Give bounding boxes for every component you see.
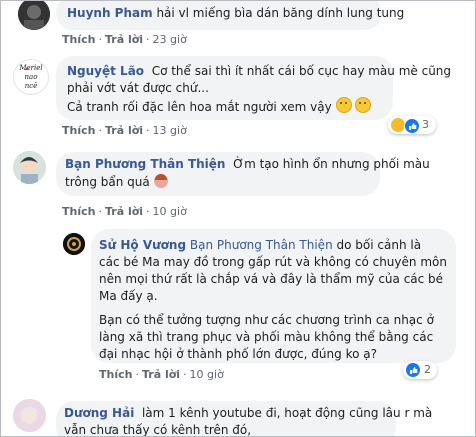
like-reaction-icon (404, 118, 420, 134)
like-reaction-icon (406, 363, 420, 377)
like-link[interactable]: Thích (99, 368, 132, 381)
reply-link[interactable]: Trả lời (105, 205, 143, 218)
avatar[interactable] (63, 233, 85, 255)
comment-actions: Thích · Trả lời · 13 giờ (62, 124, 187, 137)
comment-author[interactable]: Bạn Phương Thân Thiện (65, 157, 225, 171)
svg-text:ncê: ncê (25, 82, 38, 90)
comment-timestamp[interactable]: 13 giờ (153, 124, 187, 137)
comment-text: nên mọi thứ rất là chắp vá và đây là thẩ… (99, 272, 444, 286)
comment-author[interactable]: Nguyệt Lão (67, 64, 144, 78)
comment-actions: Thích · Trả lời · 23 giờ (62, 33, 187, 46)
comment-text: làng xã thì trang phục và phối màu không… (99, 330, 434, 344)
reaction-badge[interactable]: 3 (388, 116, 436, 134)
avatar[interactable] (13, 399, 46, 432)
thinking-emoji-icon (355, 97, 372, 113)
comment-text: hải vl miếng bìa dán băng dính lung tung (156, 6, 405, 20)
avatar[interactable] (13, 151, 46, 184)
avatar[interactable] (18, 1, 50, 30)
comment-text: vẫn chưa thấy có kênh trên đó, (64, 423, 252, 437)
comment-author[interactable]: Dương Hải (64, 406, 134, 420)
like-link[interactable]: Thích (62, 124, 95, 137)
comment-text: Cả tranh rối đặc lên hoa mắt người xem v… (67, 100, 332, 114)
avatar-photo-icon (13, 151, 46, 184)
avatar-logo-icon (63, 233, 85, 255)
avatar-logo-icon: Meriel nao ncê (18, 64, 42, 90)
avatar-photo-icon (18, 1, 50, 30)
comment-author[interactable]: Huynh Pham (67, 6, 153, 20)
thinking-emoji-icon (335, 97, 352, 113)
like-link[interactable]: Thích (62, 205, 95, 218)
comment-text: Ma đấy ạ. (99, 289, 158, 303)
comment-text: Ờm tạo hình ổn nhưng phối màu (233, 157, 430, 171)
svg-text:nao: nao (25, 73, 38, 81)
haha-reaction-icon (391, 118, 405, 132)
reaction-count: 2 (424, 363, 431, 376)
comment-timestamp[interactable]: 10 giờ (190, 368, 224, 381)
avatar[interactable]: Meriel nao ncê (13, 59, 49, 95)
facepalm-emoji-icon (153, 174, 168, 188)
comment-timestamp[interactable]: 23 giờ (153, 33, 187, 46)
comment-actions: Thích · Trả lời · 10 giờ (62, 205, 187, 218)
comment-text: do bối cảnh là (336, 238, 422, 252)
reaction-badge[interactable]: 2 (403, 361, 437, 379)
comment-actions: Thích · Trả lời · 10 giờ (99, 368, 224, 381)
comment-timestamp[interactable]: 10 giờ (153, 205, 187, 218)
comment-text: làm 1 kênh youtube đi, hoạt động cũng lâ… (141, 406, 433, 420)
comment-author[interactable]: Sử Hộ Vương (99, 238, 186, 252)
like-link[interactable]: Thích (62, 33, 95, 46)
avatar-photo-icon (13, 399, 46, 432)
comment-text: Cơ thể sai thì ít nhất cái bố cục hay mà… (151, 64, 452, 78)
reply-link[interactable]: Trả lời (105, 33, 143, 46)
comment-text: đại nhạc hội ở thành phố lớn được, đúng … (99, 347, 377, 361)
reaction-count: 3 (422, 118, 429, 131)
reply-link[interactable]: Trả lời (105, 124, 143, 137)
comment-text: trông bẩn quá (65, 175, 150, 189)
comment-text: phải vớt vát được chứ... (67, 81, 209, 95)
svg-text:Meriel: Meriel (18, 64, 42, 72)
comment-text: Bạn có thể tưởng tượng như các chương tr… (99, 313, 434, 327)
comment-section: Huynh Pham hải vl miếng bìa dán băng dín… (0, 0, 476, 437)
reply-link[interactable]: Trả lời (142, 368, 180, 381)
comment-text: các bé Ma may đồ trong gấp rút và không … (99, 255, 447, 269)
mention-link[interactable]: Bạn Phương Thân Thiện (190, 238, 333, 252)
